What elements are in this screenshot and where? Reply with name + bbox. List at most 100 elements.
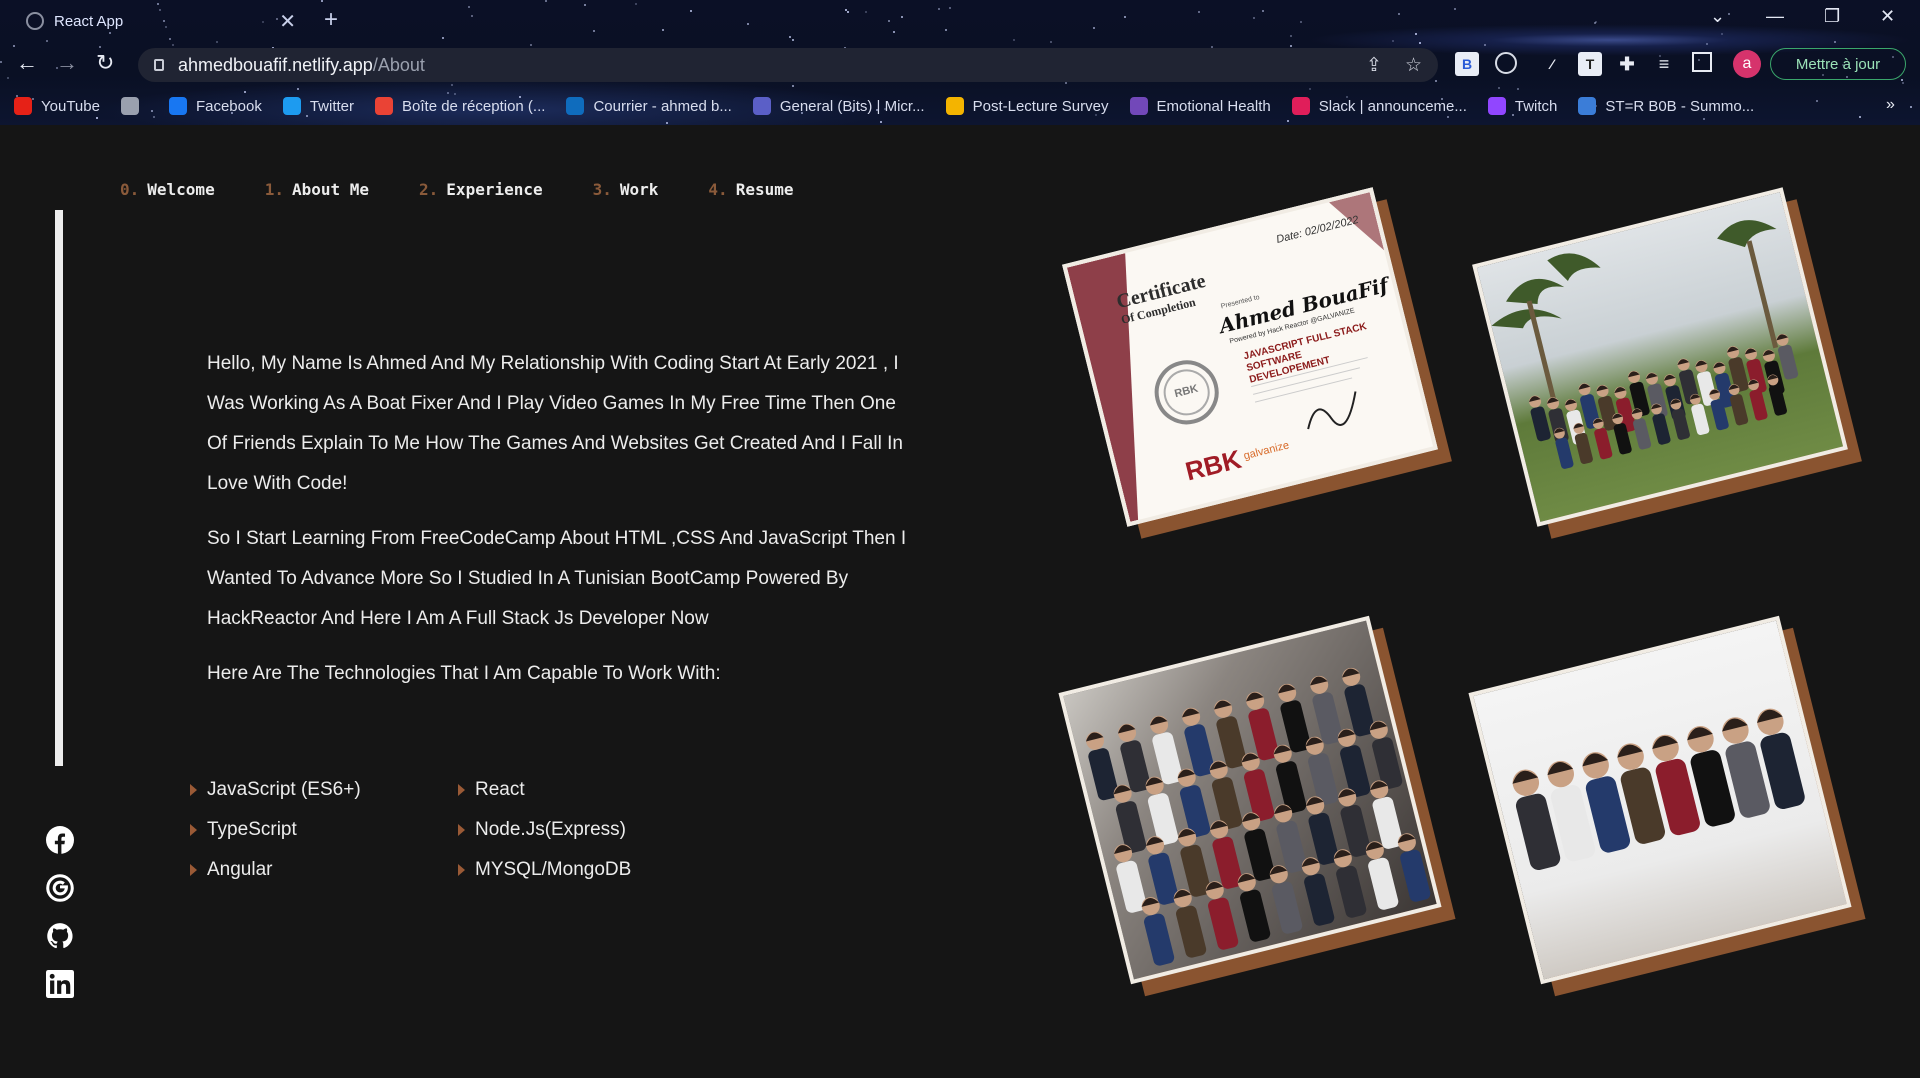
browser-tab[interactable]: React App ✕: [10, 6, 310, 36]
more-bookmarks-icon[interactable]: »: [1886, 96, 1895, 114]
nav-item-resume[interactable]: 4. Resume: [708, 180, 793, 199]
twitch-icon: [1487, 97, 1506, 115]
bookmark-outlook[interactable]: Courrier - ahmed b...: [566, 97, 732, 115]
tab-search-icon[interactable]: ⌄: [1710, 6, 1725, 27]
star: [1093, 26, 1096, 29]
forms-icon: [1129, 97, 1148, 115]
extension-t-icon[interactable]: T: [1578, 52, 1602, 76]
tech-item: Node.Js(Express): [458, 815, 688, 845]
bookmark-star-icon[interactable]: ☆: [1405, 54, 1422, 77]
extensions-puzzle-icon[interactable]: ✚: [1615, 52, 1639, 76]
new-tab-button[interactable]: +: [324, 6, 338, 34]
lock-icon[interactable]: [154, 59, 164, 71]
triangle-bullet-icon: [190, 784, 197, 796]
github-icon[interactable]: [46, 922, 74, 950]
gmail-icon: [375, 97, 394, 115]
linkedin-icon[interactable]: [46, 970, 74, 998]
star: [665, 122, 668, 125]
google-icon[interactable]: [46, 874, 74, 902]
person: [1237, 873, 1271, 942]
person: [1173, 889, 1207, 958]
nav-number: 3.: [592, 180, 612, 199]
person: [1145, 776, 1179, 846]
star: [544, 0, 547, 2]
star: [1290, 44, 1293, 47]
triangle-bullet-icon: [458, 784, 465, 796]
restore-icon[interactable]: ❐: [1824, 6, 1840, 27]
star: [864, 11, 867, 14]
bookmark-teams[interactable]: General (Bits) | Micr...: [752, 97, 925, 115]
bookmark-label: Post-Lecture Survey: [972, 97, 1109, 115]
close-tab-icon[interactable]: ✕: [279, 9, 296, 34]
reading-list-icon[interactable]: ≡: [1652, 52, 1676, 76]
bookmark-slack[interactable]: Slack | announceme...: [1291, 97, 1467, 115]
nav-label: Experience: [446, 180, 543, 199]
profile-avatar[interactable]: a: [1733, 50, 1761, 78]
bookmark-forms[interactable]: Emotional Health: [1129, 97, 1271, 115]
nav-item-about-me[interactable]: 1. About Me: [265, 180, 369, 199]
star: [169, 38, 172, 41]
sidebar-divider: [55, 210, 63, 766]
star: [216, 41, 219, 44]
bookmark-opgg[interactable]: ST=R B0B - Summo...: [1578, 97, 1754, 115]
reload-icon[interactable]: ↻: [96, 50, 114, 76]
close-window-icon[interactable]: ✕: [1880, 6, 1895, 27]
update-button[interactable]: Mettre à jour: [1770, 48, 1906, 80]
extension-target-icon[interactable]: [1495, 52, 1517, 74]
nav-label: Resume: [735, 180, 794, 199]
nav-item-welcome[interactable]: 0. Welcome: [120, 180, 215, 199]
star: [888, 19, 891, 22]
star: [1198, 10, 1201, 13]
person: [1670, 398, 1690, 440]
minimize-icon[interactable]: —: [1766, 6, 1784, 27]
share-icon[interactable]: ⇪: [1366, 54, 1382, 77]
address-bar[interactable]: ahmedbouafif.netlify.app/About: [138, 48, 1438, 82]
tech-item: React: [458, 775, 688, 805]
star: [1418, 42, 1421, 45]
star: [593, 30, 596, 33]
nav-number: 4.: [708, 180, 728, 199]
bookmark-twitter[interactable]: Twitter: [282, 97, 354, 115]
browser-chrome: React App ✕ + ⌄ — ❐ ✕ ← → ↻ ahmedbouafif…: [0, 0, 1920, 125]
outlook-icon: [566, 97, 585, 115]
bookmark-drive[interactable]: Post-Lecture Survey: [945, 97, 1109, 115]
bookmark-label: Boîte de réception (...: [402, 97, 546, 115]
star: [467, 6, 470, 9]
star: [296, 88, 299, 91]
star: [792, 39, 795, 42]
extension-pen-icon[interactable]: ⁄: [1540, 52, 1564, 76]
star: [1289, 35, 1292, 38]
star: [1900, 79, 1903, 82]
bookmark-facebook[interactable]: Facebook: [168, 97, 262, 115]
bookmark-twitch[interactable]: Twitch: [1487, 97, 1557, 115]
star: [900, 15, 903, 18]
star: [1910, 106, 1913, 109]
star: [690, 9, 693, 12]
nav-label: About Me: [291, 180, 370, 199]
extension-b-icon[interactable]: B: [1455, 52, 1479, 76]
bookmarks-bar: YouTube Facebook Twitter Boîte de réception…: [14, 94, 1775, 118]
star: [1833, 40, 1836, 43]
star: [1391, 39, 1394, 42]
star: [320, 0, 323, 3]
nav-item-work[interactable]: 3. Work: [593, 180, 659, 199]
side-panel-icon[interactable]: [1692, 52, 1712, 72]
facebook-icon: [168, 97, 187, 115]
nav-item-experience[interactable]: 2. Experience: [419, 180, 543, 199]
person: [1205, 881, 1239, 950]
star: [1728, 13, 1731, 16]
star: [788, 35, 791, 38]
person: [1337, 728, 1371, 798]
nav-label: Work: [619, 180, 659, 199]
forward-icon[interactable]: →: [56, 50, 78, 76]
bookmark-gmail[interactable]: Boîte de réception (...: [375, 97, 545, 115]
back-icon[interactable]: ←: [16, 50, 38, 76]
star: [1901, 82, 1904, 85]
person: [1177, 768, 1211, 838]
nav-number: 0.: [120, 180, 140, 199]
person: [1241, 752, 1275, 822]
star: [1453, 8, 1456, 11]
facebook-icon[interactable]: [46, 826, 74, 854]
bookmark-youtube[interactable]: YouTube: [14, 97, 100, 115]
bookmark-globe[interactable]: [120, 97, 148, 115]
